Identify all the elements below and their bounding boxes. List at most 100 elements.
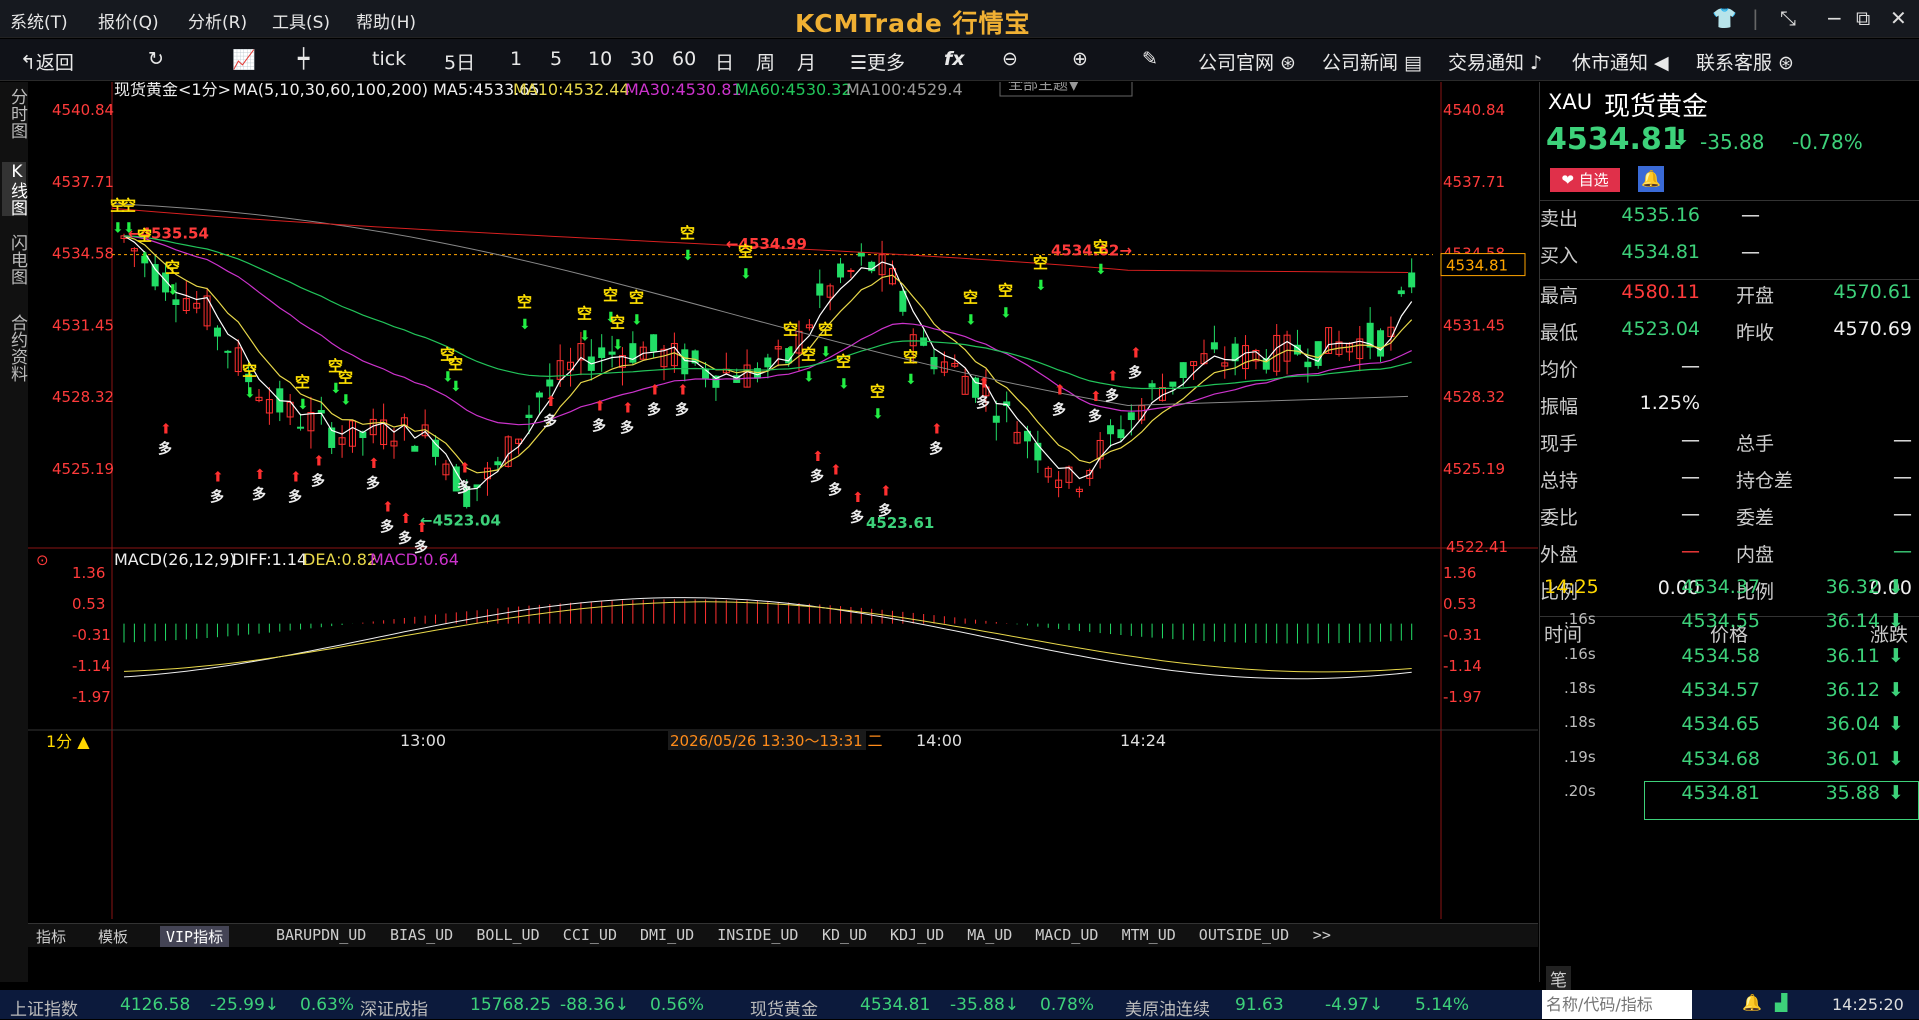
- clock: 14:25:20: [1832, 995, 1904, 1014]
- indicator-tab[interactable]: VIP指标: [160, 926, 230, 947]
- tab-contract-info[interactable]: 合约资料: [2, 314, 27, 382]
- indicator-tab[interactable]: MACD_UD: [1035, 926, 1098, 944]
- ticker-value: 15768.25: [470, 995, 552, 1015]
- favorite-button[interactable]: ❤ 自选: [1550, 168, 1620, 192]
- period-5[interactable]: 5: [550, 48, 562, 70]
- period-10[interactable]: 10: [588, 48, 612, 70]
- candle-body: [1034, 442, 1042, 461]
- search-box[interactable]: [1542, 990, 1692, 1019]
- skin-icon[interactable]: 👕: [1712, 6, 1737, 30]
- indicator-tab[interactable]: >>: [1313, 926, 1331, 944]
- formula-icon[interactable]: fx: [944, 48, 965, 70]
- price-tick-left: 4531.45: [52, 316, 114, 334]
- period-5day[interactable]: 5日: [444, 48, 475, 75]
- range-label: 2026/05/26 13:30～13:31 二: [670, 732, 882, 750]
- menu-help[interactable]: 帮助(H): [356, 8, 416, 33]
- sell-arrow-icon: ⬇: [872, 406, 884, 422]
- notice-bell-icon[interactable]: 🔔: [1742, 993, 1762, 1012]
- close-icon[interactable]: ✕: [1890, 6, 1907, 30]
- draw-pen-icon[interactable]: ✎: [1142, 48, 1158, 70]
- sell-signal-marker: 空: [137, 226, 152, 244]
- kline-chart-svg[interactable]: 现货黄金<1分> MA(5,10,30,60,100,200) MA5:4533.…: [28, 75, 1538, 922]
- link-closure-notice[interactable]: 休市通知 ◀: [1572, 48, 1669, 75]
- period-1[interactable]: 1: [510, 48, 522, 70]
- kline-chart-area[interactable]: 现货黄金<1分> MA(5,10,30,60,100,200) MA5:4533.…: [28, 75, 1538, 922]
- time-tick: 13:00: [400, 731, 446, 750]
- zoom-out-icon[interactable]: ⊖: [1002, 48, 1018, 70]
- buy-signal-marker: 多: [1105, 388, 1119, 405]
- indicator-tab[interactable]: BARUPDN_UD: [276, 926, 366, 944]
- tab-kline[interactable]: K线图: [2, 162, 27, 216]
- quote-row-buy: 买入 4534.81 —: [1540, 241, 1919, 278]
- tab-timeshare[interactable]: 分时图: [2, 88, 27, 139]
- price-tick-left: 4540.84: [52, 101, 114, 119]
- link-trade-notice[interactable]: 交易通知 ♪: [1448, 48, 1542, 75]
- menu-tools[interactable]: 工具(S): [272, 8, 330, 33]
- indicator-tab[interactable]: KD_UD: [822, 926, 867, 944]
- macd-tick-left: 1.36: [72, 564, 105, 582]
- back-button[interactable]: ↰返回: [20, 48, 74, 75]
- period-tick[interactable]: tick: [372, 48, 406, 70]
- period-30[interactable]: 30: [630, 48, 654, 70]
- divider: [1540, 200, 1919, 201]
- down-arrow-icon: ⬇: [1888, 644, 1904, 667]
- buy-arrow-icon: ⬆: [368, 456, 380, 472]
- buy-price: 4534.81: [1621, 241, 1700, 263]
- alert-bell-icon[interactable]: 🔔: [1638, 166, 1664, 192]
- price-tick-left: 4534.58: [52, 245, 114, 263]
- sell-signal-marker: 空: [1093, 238, 1108, 256]
- period-month[interactable]: 月: [797, 48, 816, 75]
- tick-tab-note[interactable]: 笔: [1546, 966, 1571, 991]
- indicator-tab[interactable]: BIAS_UD: [390, 926, 453, 944]
- indicator-tab[interactable]: DMI_UD: [640, 926, 694, 944]
- period-60[interactable]: 60: [672, 48, 696, 70]
- macd-tick-right: -1.14: [1443, 657, 1482, 675]
- zoom-in-icon[interactable]: ⊕: [1072, 48, 1088, 70]
- link-company-news[interactable]: 公司新闻 ▤: [1322, 48, 1422, 75]
- indicator-tab[interactable]: MTM_UD: [1122, 926, 1176, 944]
- tab-flash[interactable]: 闪电图: [2, 234, 27, 285]
- buy-arrow-icon: ⬆: [622, 401, 634, 417]
- heart-icon: ❤: [1561, 171, 1579, 189]
- tick-time: .18s: [1564, 678, 1596, 697]
- shrink-icon[interactable]: ⤡: [1780, 6, 1796, 30]
- link-customer-service[interactable]: 联系客服 ⊛: [1696, 48, 1794, 75]
- price-tick-left: 4525.19: [52, 460, 114, 478]
- price-tick-right: 4528.32: [1443, 388, 1505, 406]
- period-day[interactable]: 日: [715, 48, 734, 75]
- inner-value: —: [1893, 540, 1912, 562]
- indicator-tab[interactable]: INSIDE_UD: [717, 926, 798, 944]
- indicator-tab[interactable]: 指标: [36, 926, 66, 947]
- search-input[interactable]: [1542, 990, 1692, 1019]
- sell-signal-marker: 空: [121, 197, 136, 215]
- link-official-site[interactable]: 公司官网 ⊛: [1198, 48, 1296, 75]
- buy-arrow-icon: ⬆: [382, 499, 394, 515]
- indicator-tab[interactable]: BOLL_UD: [476, 926, 539, 944]
- buy-arrow-icon: ⬆: [880, 483, 892, 499]
- trade-notice-label: 交易通知: [1448, 52, 1525, 74]
- sell-arrow-icon: ⬇: [519, 317, 531, 333]
- menu-system[interactable]: 系统(T): [10, 8, 68, 33]
- buy-arrow-icon: ⬆: [594, 398, 606, 414]
- refresh-icon[interactable]: ↻: [148, 48, 164, 70]
- period-week[interactable]: 周: [756, 48, 775, 75]
- indicator-tab[interactable]: CCI_UD: [563, 926, 617, 944]
- buy-signal-marker: 多: [976, 394, 990, 411]
- menu-analysis[interactable]: 分析(R): [188, 8, 247, 33]
- buy-signal-marker: 多: [592, 417, 606, 434]
- more-button[interactable]: ☰更多: [850, 48, 905, 75]
- divider: |: [1752, 6, 1759, 30]
- time-tick: 14:00: [916, 731, 962, 750]
- indicator-tab[interactable]: KDJ_UD: [890, 926, 944, 944]
- toolbar: ↰返回 ↻ 📈 ┿ tick 5日 1 5 10 30 60 日 周 月 ☰更多…: [0, 39, 1919, 81]
- indicator-tab[interactable]: 模板: [98, 926, 128, 947]
- menu-quote[interactable]: 报价(Q): [98, 8, 159, 33]
- sell-signal-marker: 空: [517, 293, 532, 311]
- candle-body: [213, 327, 221, 337]
- indicator-tab[interactable]: MA_UD: [967, 926, 1012, 944]
- minimize-icon[interactable]: −: [1826, 6, 1843, 30]
- indicator-tab[interactable]: OUTSIDE_UD: [1199, 926, 1289, 944]
- restore-icon[interactable]: ⧉: [1856, 6, 1870, 30]
- line-chart-icon[interactable]: 📈: [232, 48, 256, 71]
- candle-icon[interactable]: ┿: [298, 48, 309, 70]
